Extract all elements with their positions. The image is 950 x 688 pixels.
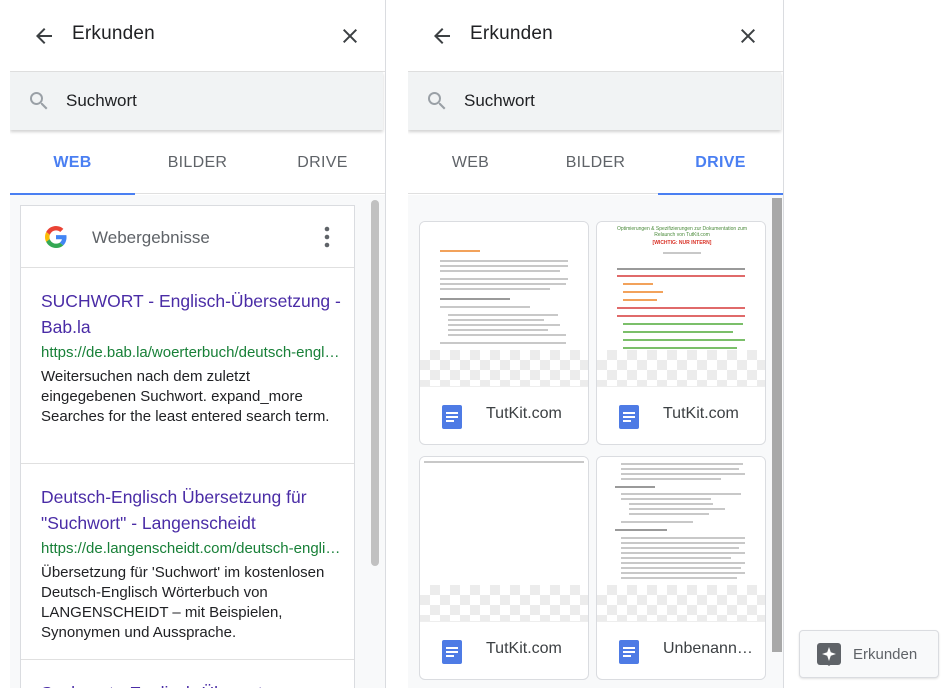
close-icon[interactable] (736, 24, 760, 48)
panel-title: Erkunden (470, 23, 553, 44)
explore-panel-left: Erkunden WEB BILDER DRIVE Webergebnisse (10, 0, 385, 688)
result-title[interactable]: SUCHWORT - Englisch-Übersetzung - Bab.la (41, 288, 341, 340)
explore-sparkle-icon (817, 643, 841, 666)
file-footer: TutKit.com (597, 386, 765, 444)
search-input[interactable] (464, 88, 744, 114)
file-name: TutKit.com (486, 640, 562, 657)
drive-file-card[interactable]: TutKit.com (419, 221, 589, 445)
search-icon (428, 92, 446, 110)
result-title[interactable]: Deutsch-Englisch Übersetzung für "Suchwo… (41, 484, 341, 536)
result-snippet: Übersetzung für 'Suchwort' im kostenlose… (41, 564, 325, 641)
tab-bilder[interactable]: BILDER (533, 132, 658, 194)
drive-file-card[interactable]: TutKit.com (419, 456, 589, 680)
drive-file-card[interactable]: Optimierungen & Spezifizierungen zur Dok… (596, 221, 766, 445)
panel-title: Erkunden (72, 23, 155, 44)
drive-results-area: TutKit.com Optimierungen & Spezifizierun… (408, 195, 783, 688)
web-result[interactable]: SUCHWORT - Englisch-Übersetzung - Bab.la… (21, 268, 354, 464)
file-thumbnail (420, 457, 588, 621)
panel-header: Erkunden (408, 0, 783, 72)
file-name: TutKit.com (486, 405, 562, 422)
file-thumbnail: Optimierungen & Spezifizierungen zur Dok… (597, 222, 765, 386)
result-url: https://de.bab.la/woerterbuch/deutsch-en… (41, 344, 341, 361)
search-bar (10, 72, 383, 130)
tab-bilder[interactable]: BILDER (135, 132, 260, 194)
close-icon[interactable] (338, 24, 362, 48)
back-arrow-icon[interactable] (430, 24, 454, 48)
file-footer: TutKit.com (420, 621, 588, 679)
web-result[interactable]: Suchwort - Englisch-Übersetzung (21, 660, 354, 688)
web-results-card: Webergebnisse SUCHWORT - Englisch-Überse… (20, 205, 355, 688)
tab-bar: WEB BILDER DRIVE (408, 132, 783, 195)
google-docs-icon (442, 405, 462, 429)
google-docs-icon (619, 640, 639, 664)
file-thumbnail (420, 222, 588, 386)
more-vertical-icon[interactable] (323, 225, 331, 249)
google-logo-icon (45, 226, 67, 248)
file-name: Unbenanntes Dokument (663, 640, 755, 657)
back-arrow-icon[interactable] (32, 24, 56, 48)
search-input[interactable] (66, 88, 346, 114)
file-thumbnail (597, 457, 765, 621)
web-results-header: Webergebnisse (21, 206, 354, 268)
panel-divider (385, 0, 386, 688)
result-url: https://de.langenscheidt.com/deutsch-eng… (41, 540, 341, 557)
drive-file-card[interactable]: Unbenanntes Dokument (596, 456, 766, 680)
panel-divider (783, 0, 784, 688)
search-icon (30, 92, 48, 110)
web-results-area: Webergebnisse SUCHWORT - Englisch-Überse… (10, 195, 385, 688)
web-result[interactable]: Deutsch-Englisch Übersetzung für "Suchwo… (21, 464, 354, 660)
tab-web[interactable]: WEB (408, 132, 533, 194)
explore-panel-right: Erkunden WEB BILDER DRIVE (408, 0, 783, 688)
tab-bar: WEB BILDER DRIVE (10, 132, 385, 195)
tab-drive[interactable]: DRIVE (658, 132, 783, 195)
tab-web[interactable]: WEB (10, 132, 135, 195)
web-results-label: Webergebnisse (92, 228, 210, 247)
thumbnail-doc-title: Optimierungen & Spezifizierungen zur Dok… (616, 226, 748, 238)
scrollbar-thumb[interactable] (772, 198, 782, 652)
google-docs-icon (619, 405, 639, 429)
file-name: TutKit.com (663, 405, 739, 422)
google-docs-icon (442, 640, 462, 664)
thumbnail-doc-subtitle: [WICHTIG: NUR INTERN] (652, 240, 712, 246)
search-bar (408, 72, 781, 130)
file-footer: Unbenanntes Dokument (597, 621, 765, 679)
result-snippet: Weitersuchen nach dem zuletzt eingegeben… (41, 368, 330, 425)
tab-drive[interactable]: DRIVE (260, 132, 385, 194)
explore-button[interactable]: Erkunden (799, 630, 939, 678)
file-footer: TutKit.com (420, 386, 588, 444)
panel-header: Erkunden (10, 0, 385, 72)
result-title[interactable]: Suchwort - Englisch-Übersetzung (41, 680, 341, 688)
explore-button-label: Erkunden (853, 646, 918, 663)
scrollbar-thumb[interactable] (371, 200, 379, 566)
